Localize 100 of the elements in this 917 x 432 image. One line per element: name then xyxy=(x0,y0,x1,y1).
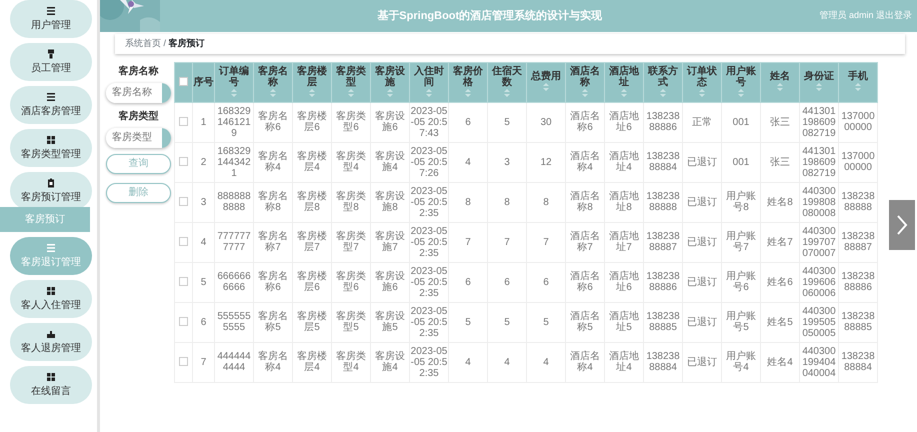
sort-icon[interactable] xyxy=(504,88,510,97)
column-header[interactable]: 客房价格 xyxy=(448,62,488,102)
grid-icon xyxy=(46,372,56,382)
column-header[interactable]: 客房类型 xyxy=(332,62,370,102)
table-cell: 酒店地址6 xyxy=(604,262,644,302)
sort-icon[interactable] xyxy=(309,88,315,97)
table-cell: 7 xyxy=(192,342,214,382)
table-cell: 客房名称6 xyxy=(254,262,292,302)
table-cell: 13823888888 xyxy=(838,182,878,222)
column-header[interactable]: 住宿天数 xyxy=(488,62,526,102)
table-cell: 客房设施4 xyxy=(370,142,410,182)
column-header[interactable]: 客房设施 xyxy=(370,62,410,102)
row-checkbox[interactable] xyxy=(179,117,188,126)
sidebar-item[interactable]: 客人入住管理 xyxy=(10,280,92,318)
table-cell: 客房类型4 xyxy=(332,142,370,182)
column-header[interactable]: 酒店地址 xyxy=(604,62,644,102)
list-icon xyxy=(46,6,56,16)
table-cell: 2 xyxy=(192,142,214,182)
select-all-checkbox[interactable] xyxy=(179,77,188,86)
table-cell: 2023-05-05 20:52:35 xyxy=(410,302,448,342)
table-cell: 4 xyxy=(526,342,566,382)
column-header[interactable]: 客房楼层 xyxy=(292,62,332,102)
sort-icon[interactable] xyxy=(543,83,549,92)
column-header[interactable]: 用户账号 xyxy=(722,62,760,102)
table-cell: 客房楼层6 xyxy=(292,262,332,302)
table-cell: 8 xyxy=(448,182,488,222)
column-header[interactable]: 订单状态 xyxy=(682,62,722,102)
grid-icon xyxy=(46,134,56,144)
table-cell: 440300199808080008 xyxy=(800,182,838,222)
table-cell: 客房名称8 xyxy=(254,182,292,222)
table-cell: 4444444444 xyxy=(214,342,254,382)
table-cell: 酒店地址4 xyxy=(604,142,644,182)
sort-icon[interactable] xyxy=(816,83,822,92)
table-cell: 酒店名称8 xyxy=(566,182,604,222)
table-cell: 客房设施5 xyxy=(370,302,410,342)
column-header[interactable]: 酒店名称 xyxy=(566,62,604,102)
column-header[interactable]: 订单编号 xyxy=(214,62,254,102)
column-header[interactable]: 客房名称 xyxy=(254,62,292,102)
table-cell: 客房类型8 xyxy=(332,182,370,222)
column-header[interactable]: 姓名 xyxy=(760,62,800,102)
table-cell: 6666666666 xyxy=(214,262,254,302)
table-cell: 5 xyxy=(488,302,526,342)
sort-icon[interactable] xyxy=(699,88,705,97)
sidebar-item[interactable]: 酒店客房管理 xyxy=(10,86,92,124)
column-header[interactable]: 序号 xyxy=(192,62,214,102)
next-arrow-button[interactable] xyxy=(889,200,915,250)
table-cell: 30 xyxy=(526,102,566,142)
sort-icon[interactable] xyxy=(582,88,588,97)
table-cell: 12 xyxy=(526,142,566,182)
sort-icon[interactable] xyxy=(270,88,276,97)
row-checkbox[interactable] xyxy=(179,357,188,366)
breadcrumb-item: 客房预订 xyxy=(168,37,205,50)
table-cell: 13823888886 xyxy=(644,102,682,142)
sort-icon[interactable] xyxy=(660,88,666,97)
sort-icon[interactable] xyxy=(387,88,393,97)
table-cell: 440300199707070007 xyxy=(800,222,838,262)
column-header[interactable]: 联系方式 xyxy=(644,62,682,102)
sort-icon[interactable] xyxy=(777,83,783,92)
table-cell: 13823888884 xyxy=(838,342,878,382)
table-cell: 2023-05-05 20:57:26 xyxy=(410,142,448,182)
table-cell: 13700000000 xyxy=(838,142,878,182)
table-cell: 7 xyxy=(448,222,488,262)
column-header[interactable]: 身份证 xyxy=(800,62,838,102)
table-cell: 客房楼层5 xyxy=(292,302,332,342)
sort-icon[interactable] xyxy=(426,88,432,97)
table-cell: 客房名称6 xyxy=(254,102,292,142)
sidebar-item[interactable]: 员工管理 xyxy=(10,43,92,81)
grid-icon xyxy=(46,286,56,296)
row-checkbox[interactable] xyxy=(179,197,188,206)
sidebar-item[interactable]: 客人退房管理 xyxy=(10,323,92,361)
sidebar-item[interactable]: 客房类型管理 xyxy=(10,129,92,167)
table-cell: 5 xyxy=(526,302,566,342)
sidebar-item[interactable]: 在线留言 xyxy=(10,366,92,404)
sort-icon[interactable] xyxy=(465,88,471,97)
row-checkbox[interactable] xyxy=(179,277,188,286)
row-checkbox[interactable] xyxy=(179,157,188,166)
table-cell: 姓名4 xyxy=(760,342,800,382)
sort-icon[interactable] xyxy=(621,88,627,97)
table-cell: 已退订 xyxy=(682,302,722,342)
table-cell: 客房设施8 xyxy=(370,182,410,222)
table-cell: 2023-05-05 20:57:43 xyxy=(410,102,448,142)
sort-icon[interactable] xyxy=(738,88,744,97)
sidebar-item[interactable]: 客房预订管理 xyxy=(10,172,92,210)
breadcrumb-item[interactable]: 系统首页 xyxy=(125,37,161,50)
column-header[interactable]: 手机 xyxy=(838,62,878,102)
row-checkbox[interactable] xyxy=(179,237,188,246)
table-cell: 6 xyxy=(192,302,214,342)
table-cell: 姓名7 xyxy=(760,222,800,262)
sort-icon[interactable] xyxy=(855,83,861,92)
sort-icon[interactable] xyxy=(231,88,237,97)
table-cell: 6 xyxy=(526,262,566,302)
filter-label: 客房类型 xyxy=(118,109,160,124)
table-cell: 酒店地址4 xyxy=(604,342,644,382)
list-icon xyxy=(46,92,56,102)
table-cell: 5 xyxy=(192,262,214,302)
column-header[interactable]: 入住时间 xyxy=(410,62,448,102)
column-header[interactable]: 总费用 xyxy=(526,62,566,102)
sort-icon[interactable] xyxy=(348,88,354,97)
row-checkbox[interactable] xyxy=(179,317,188,326)
sidebar-item[interactable]: 用户管理 xyxy=(10,0,92,38)
